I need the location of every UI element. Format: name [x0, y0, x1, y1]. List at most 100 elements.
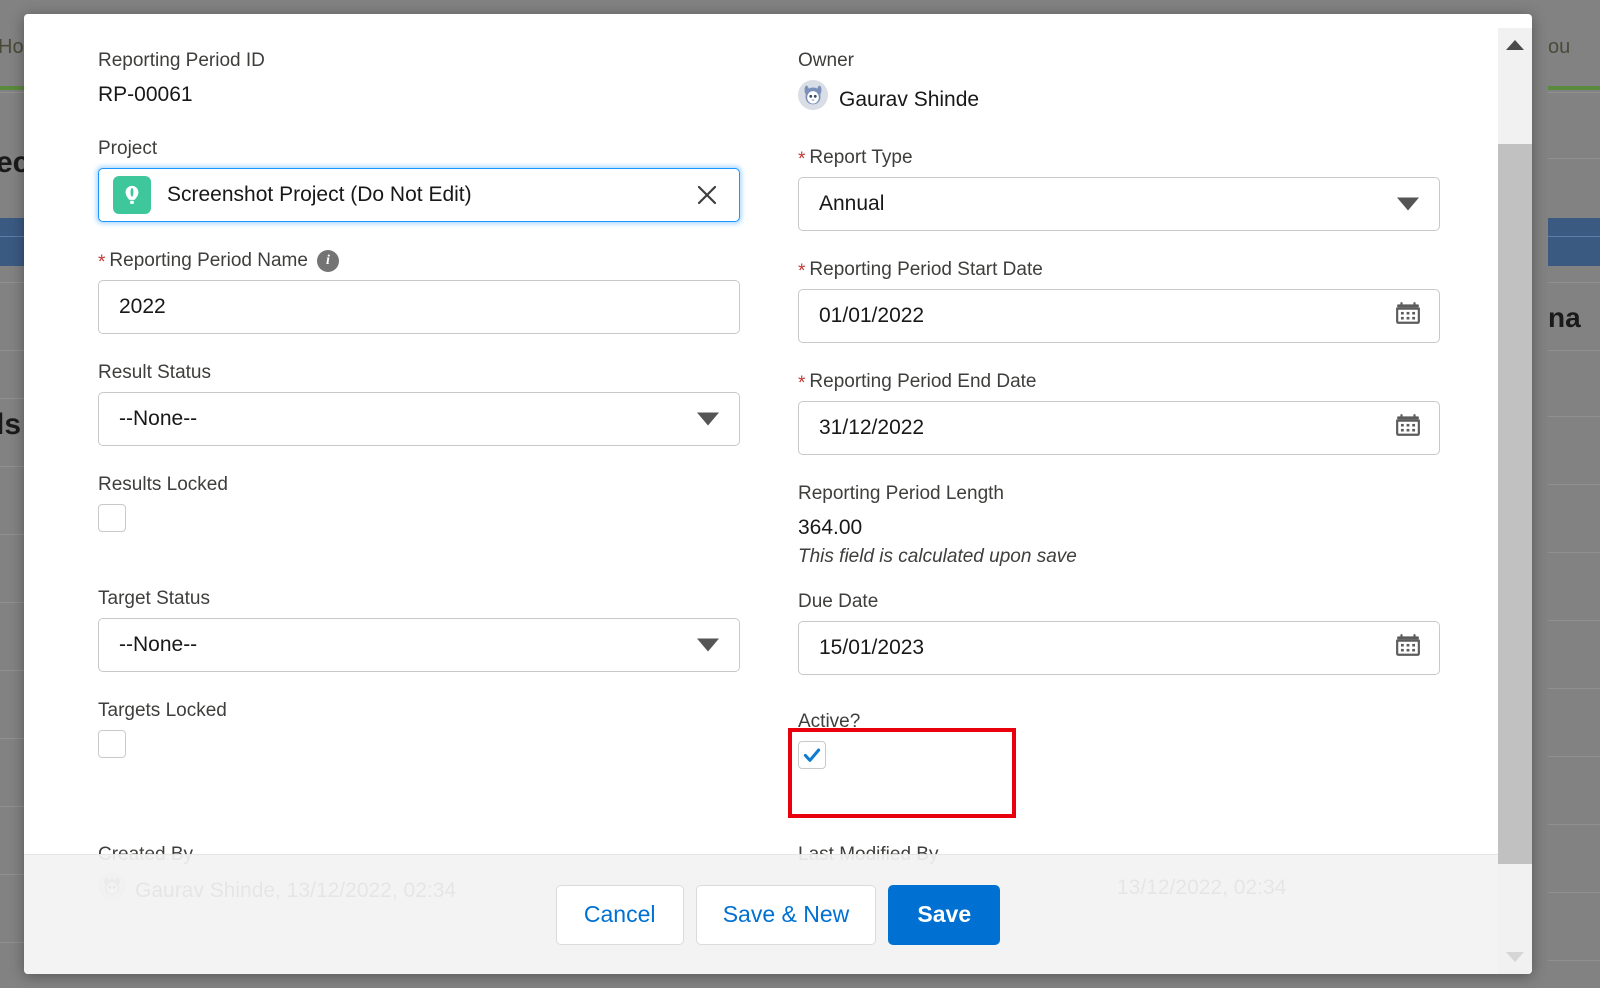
report-type-select[interactable]: Annual [798, 177, 1440, 231]
user-avatar-icon [798, 80, 828, 119]
result-status-value: --None-- [119, 407, 198, 430]
scrollbar-thumb[interactable] [1498, 144, 1532, 864]
background-divider [1548, 892, 1600, 893]
form-left-column: Reporting Period ID RP-00061 Project Scr… [98, 48, 740, 769]
background-divider [1548, 350, 1600, 351]
background-divider [1548, 282, 1600, 283]
field-reporting-period-name: * Reporting Period Name i 2022 [98, 248, 740, 334]
modal-scrollbar[interactable] [1498, 28, 1532, 974]
reporting-period-length-label: Reporting Period Length [798, 483, 1004, 504]
reporting-period-id-label: Reporting Period ID [98, 50, 265, 71]
background-right-strip: ou na [1548, 0, 1600, 988]
label-text: Reporting Period End Date [809, 371, 1037, 392]
background-divider [1548, 552, 1600, 553]
results-locked-checkbox[interactable] [98, 504, 126, 532]
label-text: Reporting Period Name [109, 250, 308, 271]
calendar-icon[interactable] [1395, 412, 1421, 444]
background-details-label: ls [0, 408, 22, 441]
report-type-value: Annual [819, 192, 885, 215]
targets-locked-checkbox[interactable] [98, 730, 126, 758]
scroll-down-arrow-icon[interactable] [1498, 940, 1532, 974]
reporting-period-start-date-value: 01/01/2022 [819, 304, 925, 327]
edit-record-modal: Reporting Period ID RP-00061 Project Scr… [24, 14, 1532, 974]
close-icon[interactable] [695, 183, 719, 207]
due-date-label: Due Date [798, 591, 879, 612]
owner-value-row: Gaurav Shinde [798, 80, 1440, 119]
owner-name: Gaurav Shinde [839, 87, 980, 111]
field-report-type: * Report Type Annual [798, 145, 1440, 231]
field-project: Project Screenshot Project (Do Not Edit) [98, 136, 740, 222]
result-status-select[interactable]: --None-- [98, 392, 740, 446]
target-status-select[interactable]: --None-- [98, 618, 740, 672]
calendar-icon[interactable] [1395, 632, 1421, 664]
background-divider [1548, 158, 1600, 159]
required-asterisk: * [798, 149, 806, 170]
result-status-label: Result Status [98, 362, 211, 383]
calendar-icon[interactable] [1395, 300, 1421, 332]
field-result-status: Result Status --None-- [98, 360, 740, 446]
field-targets-locked: Targets Locked [98, 698, 740, 758]
cancel-button[interactable]: Cancel [555, 884, 684, 945]
results-locked-label: Results Locked [98, 474, 228, 495]
field-reporting-period-end-date: * Reporting Period End Date 31/12/2022 [798, 369, 1440, 455]
report-type-label: * Report Type [798, 145, 1440, 171]
background-banner [1548, 218, 1600, 266]
check-icon [803, 748, 821, 762]
reporting-period-length-value: 364.00 [798, 516, 863, 539]
info-icon[interactable]: i [316, 250, 339, 272]
reporting-period-start-date-label: * Reporting Period Start Date [798, 257, 1440, 283]
background-divider [1548, 756, 1600, 757]
background-divider [1548, 960, 1600, 961]
reporting-period-start-date-input[interactable]: 01/01/2022 [798, 289, 1440, 343]
reporting-period-name-input[interactable]: 2022 [98, 280, 740, 334]
form-right-column: Owner Gaurav Shinde * Report Type Annual… [798, 48, 1440, 769]
chevron-down-icon [697, 638, 719, 652]
active-label: Active? [798, 711, 861, 732]
project-lookup-input[interactable]: Screenshot Project (Do Not Edit) [98, 168, 740, 222]
background-divider [1548, 688, 1600, 689]
background-divider [1548, 92, 1600, 93]
target-status-label: Target Status [98, 588, 210, 609]
modal-footer: Cancel Save & New Save [24, 854, 1532, 974]
field-reporting-period-length: Reporting Period Length 364.00 This fiel… [798, 481, 1440, 571]
required-asterisk: * [798, 373, 806, 394]
hot-air-balloon-icon [113, 176, 151, 214]
label-text: Reporting Period Start Date [809, 259, 1043, 280]
target-status-value: --None-- [119, 633, 198, 656]
background-divider [1548, 416, 1600, 417]
reporting-period-name-label: * Reporting Period Name i [98, 248, 740, 274]
reporting-period-length-note: This field is calculated upon save [798, 546, 1077, 567]
due-date-value: 15/01/2023 [819, 636, 925, 659]
reporting-period-end-date-input[interactable]: 31/12/2022 [798, 401, 1440, 455]
field-target-status: Target Status --None-- [98, 586, 740, 672]
required-asterisk: * [798, 261, 806, 282]
active-checkbox[interactable] [798, 741, 826, 769]
background-related-label: na [1548, 302, 1581, 333]
chevron-down-icon [697, 412, 719, 426]
field-active: Active? [798, 709, 1440, 769]
targets-locked-label: Targets Locked [98, 700, 227, 721]
background-divider [1548, 484, 1600, 485]
owner-label: Owner [798, 50, 854, 71]
scroll-up-arrow-icon[interactable] [1498, 28, 1532, 62]
background-divider [1548, 824, 1600, 825]
chevron-down-icon [1397, 197, 1419, 211]
required-asterisk: * [98, 252, 106, 273]
modal-form-body: Reporting Period ID RP-00061 Project Scr… [24, 14, 1532, 974]
background-right-tab: ou [1548, 36, 1571, 58]
label-text: Report Type [809, 147, 913, 168]
save-and-new-button[interactable]: Save & New [695, 884, 877, 945]
field-results-locked: Results Locked [98, 472, 740, 532]
save-button[interactable]: Save [888, 884, 1001, 945]
background-accent-line [1548, 86, 1600, 90]
project-value: Screenshot Project (Do Not Edit) [167, 183, 472, 206]
reporting-period-id-value: RP-00061 [98, 83, 193, 106]
reporting-period-name-value: 2022 [119, 295, 166, 318]
field-reporting-period-id: Reporting Period ID RP-00061 [98, 48, 740, 110]
background-divider [1548, 620, 1600, 621]
field-owner: Owner Gaurav Shinde [798, 48, 1440, 119]
project-label: Project [98, 138, 158, 159]
due-date-input[interactable]: 15/01/2023 [798, 621, 1440, 675]
field-reporting-period-start-date: * Reporting Period Start Date 01/01/2022 [798, 257, 1440, 343]
field-due-date: Due Date 15/01/2023 [798, 589, 1440, 675]
